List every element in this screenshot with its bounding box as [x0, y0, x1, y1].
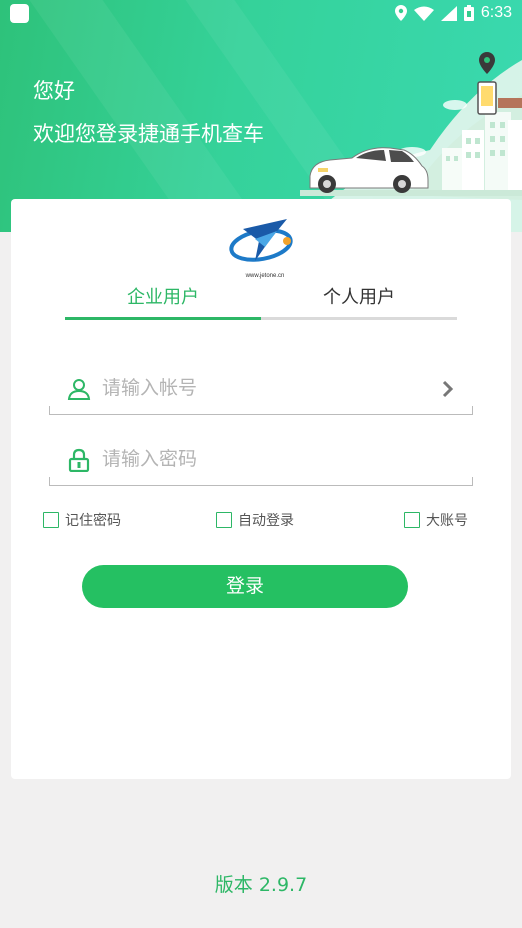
- big-account-label: 大账号: [426, 513, 468, 529]
- jetone-logo: www.jetone.cn: [229, 219, 293, 279]
- city-car-illustration: [300, 52, 522, 232]
- password-underline: [49, 477, 473, 486]
- logo-url-text: www.jetone.cn: [245, 273, 285, 279]
- tab-personal-user[interactable]: 个人用户: [261, 284, 457, 320]
- login-button[interactable]: 登录: [82, 565, 408, 608]
- login-options: 记住密码 自动登录 大账号: [43, 510, 483, 534]
- auto-login-checkbox[interactable]: 自动登录: [216, 510, 294, 530]
- auto-login-label: 自动登录: [238, 513, 294, 529]
- remember-password-label: 记住密码: [65, 513, 121, 529]
- tab-active-indicator: [65, 317, 261, 320]
- chevron-right-icon[interactable]: [441, 379, 455, 399]
- checkbox-box[interactable]: [43, 512, 59, 528]
- version-text: 版本 2.9.7: [214, 874, 308, 896]
- remember-password-checkbox[interactable]: 记住密码: [43, 510, 121, 530]
- account-input[interactable]: [102, 373, 422, 403]
- password-input[interactable]: [102, 444, 422, 474]
- password-field: [49, 436, 473, 486]
- checkbox-box[interactable]: [404, 512, 420, 528]
- account-field: [49, 365, 473, 415]
- lock-icon: [68, 448, 90, 472]
- login-card: www.jetone.cn 企业用户 个人用户 记住密码: [11, 199, 511, 779]
- checkbox-box[interactable]: [216, 512, 232, 528]
- user-icon: [67, 379, 91, 400]
- header-banner: 6:33 您好 欢迎您登录捷通手机查车: [0, 0, 522, 232]
- account-underline: [49, 406, 473, 415]
- user-type-tabs: 企业用户 个人用户: [65, 284, 457, 320]
- tab-enterprise-user[interactable]: 企业用户: [65, 284, 261, 320]
- big-account-checkbox[interactable]: 大账号: [404, 510, 468, 530]
